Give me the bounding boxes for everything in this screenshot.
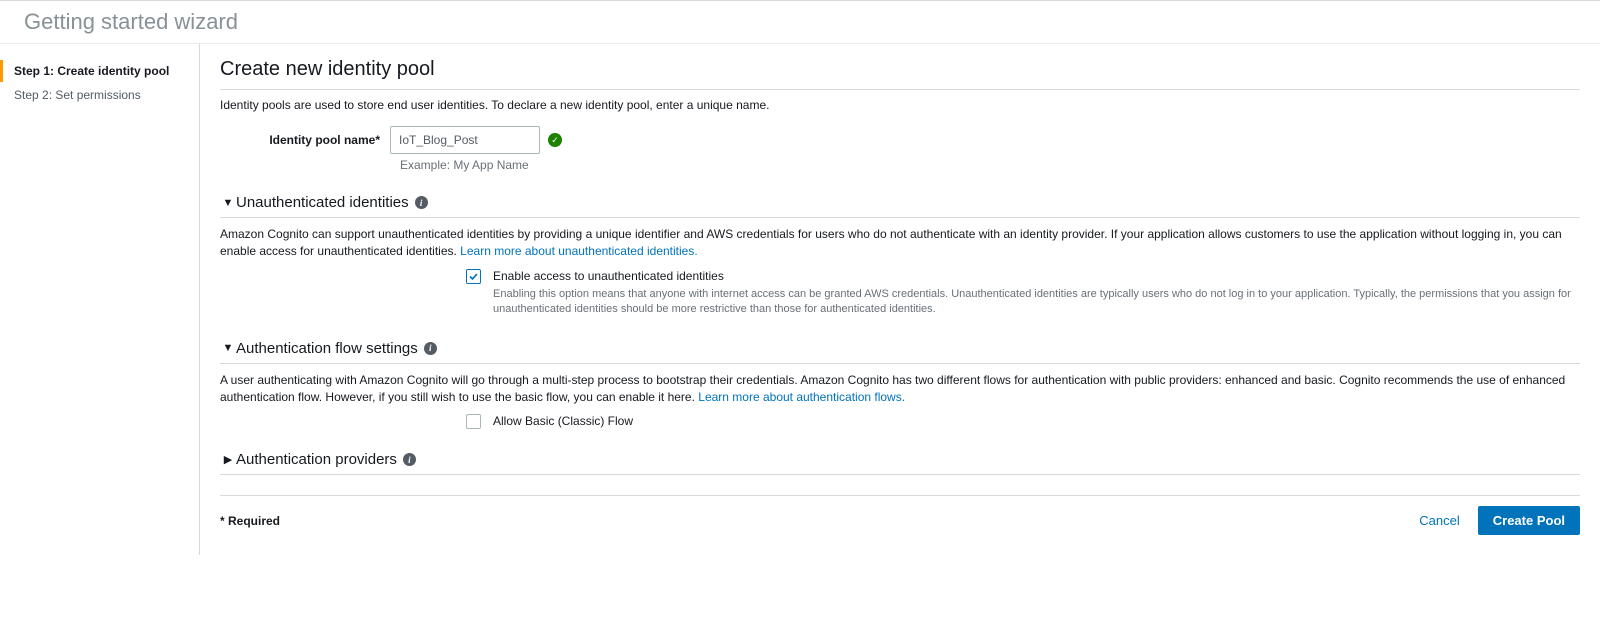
create-pool-button[interactable]: Create Pool (1478, 506, 1580, 535)
section-body-unauth: Amazon Cognito can support unauthenticat… (220, 226, 1580, 318)
enable-unauth-hint: Enabling this option means that anyone w… (493, 287, 1580, 318)
wizard-header: Getting started wizard (0, 0, 1600, 43)
learn-more-authflow-link[interactable]: Learn more about authentication flows. (698, 390, 905, 404)
enable-unauth-checkbox[interactable] (466, 269, 481, 284)
required-note: * Required (220, 514, 280, 528)
learn-more-unauth-link[interactable]: Learn more about unauthenticated identit… (460, 244, 698, 258)
step-sidebar: Step 1: Create identity pool Step 2: Set… (0, 44, 200, 555)
allow-basic-flow-checkbox[interactable] (466, 414, 481, 429)
allow-basic-flow-label: Allow Basic (Classic) Flow (493, 414, 633, 428)
section-title-providers: Authentication providers (236, 451, 397, 468)
step-2-set-permissions[interactable]: Step 2: Set permissions (0, 84, 199, 106)
pool-name-example: Example: My App Name (400, 158, 1580, 172)
page-title: Create new identity pool (220, 58, 1580, 90)
section-title-unauth: Unauthenticated identities (236, 194, 409, 211)
section-header-providers[interactable]: ▶ Authentication providers i (220, 451, 1580, 475)
info-icon[interactable]: i (424, 342, 437, 355)
enable-unauth-row: Enable access to unauthenticated identit… (466, 269, 1580, 318)
check-circle-icon: ✓ (548, 133, 562, 147)
chevron-right-icon: ▶ (220, 453, 236, 466)
enable-unauth-label: Enable access to unauthenticated identit… (493, 269, 1580, 283)
cancel-button[interactable]: Cancel (1413, 512, 1465, 529)
page-intro: Identity pools are used to store end use… (220, 98, 1580, 112)
section-authentication-providers: ▶ Authentication providers i (220, 451, 1580, 475)
section-header-unauth[interactable]: ▼ Unauthenticated identities i (220, 194, 1580, 218)
pool-name-row: Identity pool name* ✓ (220, 126, 1580, 154)
info-icon[interactable]: i (403, 453, 416, 466)
action-buttons: Cancel Create Pool (1413, 506, 1580, 535)
main-panel: Create new identity pool Identity pools … (200, 44, 1600, 555)
step-1-create-identity-pool[interactable]: Step 1: Create identity pool (0, 60, 199, 82)
section-header-authflow[interactable]: ▼ Authentication flow settings i (220, 340, 1580, 364)
section-desc-authflow: A user authenticating with Amazon Cognit… (220, 372, 1580, 407)
section-title-authflow: Authentication flow settings (236, 340, 418, 357)
layout: Step 1: Create identity pool Step 2: Set… (0, 43, 1600, 555)
chevron-down-icon: ▼ (220, 197, 236, 209)
chevron-down-icon: ▼ (220, 342, 236, 354)
section-body-authflow: A user authenticating with Amazon Cognit… (220, 372, 1580, 430)
allow-basic-flow-row: Allow Basic (Classic) Flow (466, 414, 1580, 429)
section-desc-unauth: Amazon Cognito can support unauthenticat… (220, 226, 1580, 261)
section-authentication-flow-settings: ▼ Authentication flow settings i A user … (220, 340, 1580, 430)
wizard-title: Getting started wizard (24, 9, 1576, 35)
info-icon[interactable]: i (415, 196, 428, 209)
section-desc-text: Amazon Cognito can support unauthenticat… (220, 227, 1562, 258)
footer-bar: * Required Cancel Create Pool (220, 495, 1580, 535)
section-unauthenticated-identities: ▼ Unauthenticated identities i Amazon Co… (220, 194, 1580, 318)
identity-pool-name-input[interactable] (390, 126, 540, 154)
pool-name-label: Identity pool name* (220, 133, 390, 147)
